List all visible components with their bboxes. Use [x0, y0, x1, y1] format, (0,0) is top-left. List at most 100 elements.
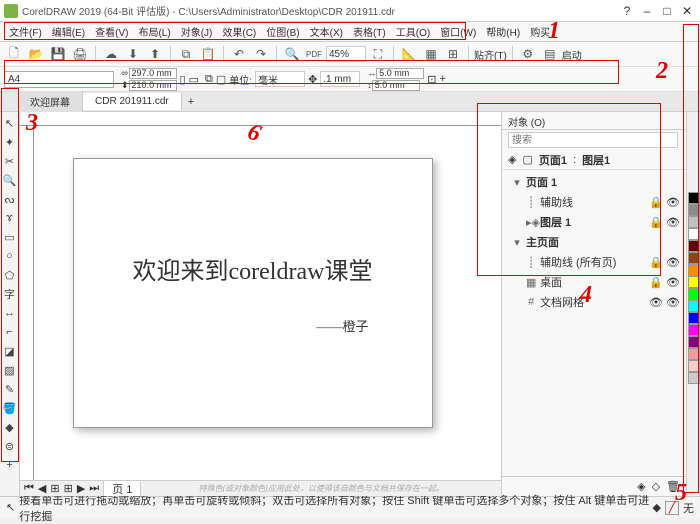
layer-icon[interactable]: ◈ [508, 153, 516, 166]
color-swatch[interactable] [688, 240, 700, 252]
guides-icon[interactable]: ⊞ [443, 44, 463, 64]
color-swatch[interactable] [688, 228, 700, 240]
canvas[interactable]: 欢迎来到coreldraw课堂 ——橙子 [34, 126, 501, 480]
redo-icon[interactable]: ↷ [251, 44, 271, 64]
menu-window[interactable]: 窗口(W) [435, 24, 481, 39]
smartfill-tool-icon[interactable]: ◆ [1, 418, 19, 436]
vertical-ruler[interactable] [20, 126, 34, 480]
new-tab-button[interactable]: + [182, 96, 200, 108]
more-tools-icon[interactable]: + [1, 456, 19, 474]
tree-master-guides[interactable]: ┊辅助线 (所有页)🔒 👁 [506, 252, 682, 272]
ruler-icon[interactable]: 📐 [399, 44, 419, 64]
menu-help[interactable]: 帮助(H) [481, 24, 525, 39]
landscape-icon[interactable]: ▭ [189, 73, 199, 86]
minimize-button[interactable]: – [638, 4, 656, 18]
menu-table[interactable]: 表格(T) [348, 24, 391, 39]
portrait-icon[interactable]: ▯ [180, 73, 186, 86]
paste-icon[interactable]: 📋 [198, 44, 218, 64]
menu-bitmap[interactable]: 位图(B) [261, 24, 304, 39]
color-swatch[interactable] [688, 264, 700, 276]
menu-file[interactable]: 文件(F) [4, 24, 47, 39]
add-page-before-icon[interactable]: ⊞ [50, 482, 59, 495]
delete-icon[interactable]: 🗑 [666, 480, 680, 493]
text-tool-icon[interactable]: 字 [1, 285, 19, 303]
cloud-icon[interactable]: ☁ [101, 44, 121, 64]
menu-object[interactable]: 对象(J) [176, 24, 218, 39]
docker-search-input[interactable] [508, 132, 678, 148]
color-swatch[interactable] [688, 348, 700, 360]
last-page-icon[interactable]: ⏭ [89, 482, 99, 495]
tab-welcome[interactable]: 欢迎屏幕 [18, 91, 83, 112]
prev-page-icon[interactable]: ◀ [38, 482, 46, 495]
fill-tool-icon[interactable]: 🪣 [1, 399, 19, 417]
color-swatch[interactable] [688, 204, 700, 216]
grid-icon[interactable]: ▦ [421, 44, 441, 64]
fullscreen-icon[interactable]: ⛶ [368, 44, 388, 64]
color-swatch[interactable] [688, 288, 700, 300]
color-swatch[interactable] [688, 336, 700, 348]
undo-icon[interactable]: ↶ [229, 44, 249, 64]
treat-obj-icon[interactable]: ⊡ [427, 73, 436, 86]
artistic-tool-icon[interactable]: ɤ [1, 209, 19, 227]
launch-label[interactable]: 启动 [562, 47, 582, 62]
current-page-icon[interactable]: ▢ [216, 73, 226, 86]
tree-layer1[interactable]: ▸◈图层 1🔒 👁 [506, 212, 682, 232]
search-icon[interactable]: 🔍 [282, 44, 302, 64]
color-swatch[interactable] [688, 276, 700, 288]
connector-tool-icon[interactable]: ⌐ [1, 323, 19, 341]
add-icon[interactable]: + [440, 73, 446, 85]
add-page-after-icon[interactable]: ⊞ [64, 482, 73, 495]
new-icon[interactable]: 🗋 [4, 44, 24, 64]
crumb-page[interactable]: 页面1 [539, 152, 567, 168]
tree-desktop[interactable]: ▦桌面🔒 👁 [506, 272, 682, 292]
color-swatch[interactable] [688, 300, 700, 312]
color-swatch[interactable] [688, 252, 700, 264]
tab-document[interactable]: CDR 201911.cdr [83, 93, 182, 110]
shape-tool-icon[interactable]: ✦ [1, 133, 19, 151]
import-icon[interactable]: ⬇ [123, 44, 143, 64]
color-swatch[interactable] [688, 372, 700, 384]
maximize-button[interactable]: □ [658, 4, 676, 18]
page-width-input[interactable] [129, 68, 177, 79]
pdf-icon[interactable]: PDF [304, 44, 324, 64]
app-launcher-icon[interactable]: ▤ [540, 44, 560, 64]
new-master-icon[interactable]: ◇ [652, 480, 660, 493]
crumb-layer[interactable]: 图层1 [582, 152, 610, 168]
ellipse-tool-icon[interactable]: ○ [1, 247, 19, 265]
menu-text[interactable]: 文本(X) [305, 24, 348, 39]
menu-view[interactable]: 查看(V) [90, 24, 133, 39]
color-swatch[interactable] [688, 216, 700, 228]
close-button[interactable]: ✕ [678, 4, 696, 18]
no-fill-icon[interactable]: ╱ [665, 501, 679, 515]
next-page-icon[interactable]: ▶ [77, 482, 85, 495]
tree-page1[interactable]: ▾页面 1 [506, 172, 682, 192]
first-page-icon[interactable]: ⏮ [24, 482, 34, 495]
nudge-input[interactable] [320, 71, 360, 87]
outline-tool-icon[interactable]: ⊜ [1, 437, 19, 455]
zoom-tool-icon[interactable]: 🔍 [1, 171, 19, 189]
menu-effects[interactable]: 效果(C) [217, 24, 261, 39]
parallel-tool-icon[interactable]: ↔ [1, 304, 19, 322]
menu-layout[interactable]: 布局(L) [133, 24, 175, 39]
eyedropper-tool-icon[interactable]: ✎ [1, 380, 19, 398]
all-pages-icon[interactable]: ⧉ [205, 73, 213, 86]
help-button[interactable]: ? [618, 4, 636, 18]
dropshadow-tool-icon[interactable]: ◪ [1, 342, 19, 360]
horizontal-ruler[interactable] [20, 112, 501, 126]
units-select[interactable] [255, 71, 305, 87]
zoom-input[interactable] [326, 46, 366, 62]
fill-indicator-icon[interactable]: ◆ [653, 501, 661, 514]
snap-label[interactable]: 贴齐(T) [474, 47, 507, 62]
menu-edit[interactable]: 编辑(E) [47, 24, 90, 39]
paper-size-select[interactable] [4, 71, 114, 88]
menu-tools[interactable]: 工具(O) [391, 24, 435, 39]
page-label[interactable]: 页 1 [103, 480, 141, 497]
transparency-tool-icon[interactable]: ▨ [1, 361, 19, 379]
print-icon[interactable]: 🖨 [70, 44, 90, 64]
menu-buy[interactable]: 购买 [525, 24, 555, 39]
dup-h-input[interactable] [376, 68, 424, 79]
color-swatch[interactable] [688, 360, 700, 372]
options-icon[interactable]: ⚙ [518, 44, 538, 64]
tree-grid[interactable]: #文档网格👁 👁 [506, 292, 682, 312]
color-swatch[interactable] [688, 312, 700, 324]
